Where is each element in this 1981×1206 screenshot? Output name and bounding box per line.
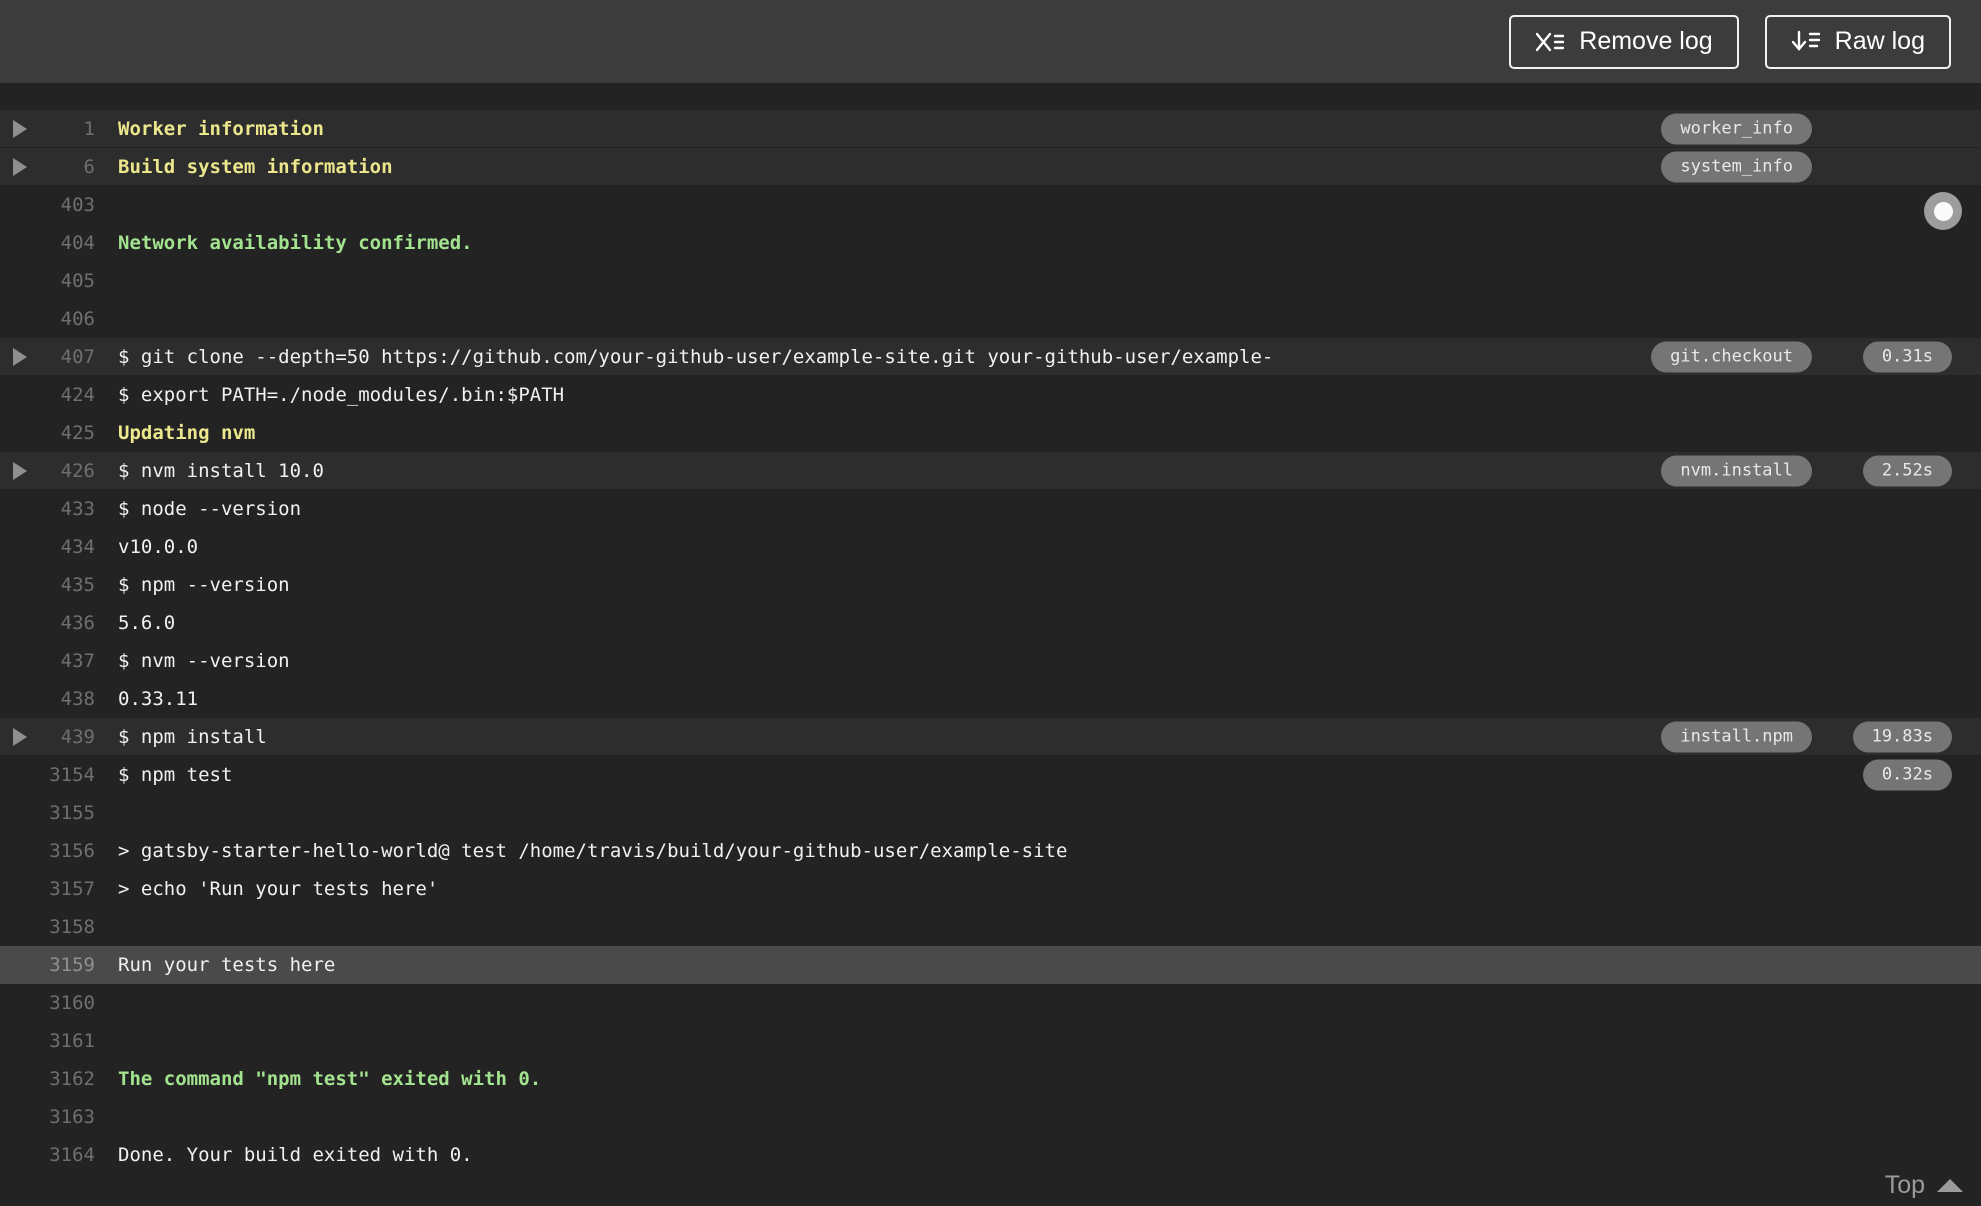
line-number[interactable]: 3156	[0, 840, 95, 862]
line-text: $ nvm --version	[118, 650, 290, 672]
up-triangle-icon	[1937, 1179, 1963, 1192]
line-text: Done. Your build exited with 0.	[118, 1144, 473, 1166]
line-number[interactable]: 433	[0, 498, 95, 520]
line-number[interactable]: 405	[0, 270, 95, 292]
fold-arrow-icon[interactable]	[13, 157, 27, 176]
log-row: 3157 > echo 'Run your tests here'	[0, 870, 1981, 908]
fold-arrow-icon[interactable]	[13, 461, 27, 480]
log-row[interactable]: 1 Worker information worker_info	[0, 110, 1981, 148]
line-text: The command "npm test" exited with 0.	[118, 1068, 542, 1090]
line-number[interactable]: 406	[0, 308, 95, 330]
log-row: 3161	[0, 1022, 1981, 1060]
line-text: > gatsby-starter-hello-world@ test /home…	[118, 840, 1068, 862]
log-row: 405	[0, 262, 1981, 300]
log-row: 438 0.33.11	[0, 680, 1981, 718]
line-number[interactable]: 3155	[0, 802, 95, 824]
line-number[interactable]: 438	[0, 688, 95, 710]
duration-badge: 2.52s	[1862, 455, 1952, 486]
log-row[interactable]: 6 Build system information system_info	[0, 148, 1981, 186]
log-row: 3164 Done. Your build exited with 0.	[0, 1136, 1981, 1174]
log-row: 3160	[0, 984, 1981, 1022]
line-number[interactable]: 3162	[0, 1068, 95, 1090]
log-row: 434 v10.0.0	[0, 528, 1981, 566]
line-text: > echo 'Run your tests here'	[118, 878, 439, 900]
log-row: 424 $ export PATH=./node_modules/.bin:$P…	[0, 376, 1981, 414]
fold-name-badge: system_info	[1661, 151, 1812, 182]
line-text: Updating nvm	[118, 422, 256, 444]
log-row: 435 $ npm --version	[0, 566, 1981, 604]
raw-log-label: Raw log	[1834, 27, 1925, 55]
toolbar: Remove log Raw log	[0, 0, 1981, 83]
line-text: $ npm test	[118, 764, 233, 786]
log-row: 3158	[0, 908, 1981, 946]
line-number[interactable]: 404	[0, 232, 95, 254]
log-row: 404 Network availability confirmed.	[0, 224, 1981, 262]
scroll-to-top-link[interactable]: Top	[1885, 1171, 1963, 1200]
log-row: 3156 > gatsby-starter-hello-world@ test …	[0, 832, 1981, 870]
log-row: 436 5.6.0	[0, 604, 1981, 642]
fold-arrow-icon[interactable]	[13, 347, 27, 366]
line-number[interactable]: 437	[0, 650, 95, 672]
log-row: 3155	[0, 794, 1981, 832]
line-text: v10.0.0	[118, 536, 199, 558]
fold-name-badge: install.npm	[1661, 721, 1812, 752]
log-row: 3162 The command "npm test" exited with …	[0, 1060, 1981, 1098]
remove-log-icon	[1535, 30, 1565, 54]
log-row: 3163	[0, 1098, 1981, 1136]
line-number[interactable]: 436	[0, 612, 95, 634]
line-text: $ npm --version	[118, 574, 290, 596]
raw-log-icon	[1791, 29, 1821, 55]
raw-log-button[interactable]: Raw log	[1764, 14, 1951, 69]
fold-name-badge: nvm.install	[1661, 455, 1812, 486]
line-number[interactable]: 425	[0, 422, 95, 444]
line-number[interactable]: 3163	[0, 1106, 95, 1128]
log-row: 3154 $ npm test 0.32s	[0, 756, 1981, 794]
line-number[interactable]: 3161	[0, 1030, 95, 1052]
record-dot-icon	[1933, 201, 1953, 221]
log-row: 437 $ nvm --version	[0, 642, 1981, 680]
top-link-label: Top	[1884, 1171, 1925, 1199]
line-text: Run your tests here	[118, 954, 336, 976]
line-number[interactable]: 403	[0, 194, 95, 216]
line-number[interactable]: 3154	[0, 764, 95, 786]
log-row: 3159 Run your tests here	[0, 946, 1981, 984]
log-follow-toggle[interactable]	[1924, 192, 1962, 230]
line-number[interactable]: 435	[0, 574, 95, 596]
line-number[interactable]: 3158	[0, 916, 95, 938]
line-number[interactable]: 3157	[0, 878, 95, 900]
log-row: 425 Updating nvm	[0, 414, 1981, 452]
build-log: 1 Worker information worker_info 6 Build…	[0, 83, 1981, 1206]
log-rows: 1 Worker information worker_info 6 Build…	[0, 110, 1981, 1174]
log-row: 433 $ node --version	[0, 490, 1981, 528]
log-row[interactable]: 407 $ git clone --depth=50 https://githu…	[0, 338, 1981, 376]
line-text: 5.6.0	[118, 612, 176, 634]
line-text: $ node --version	[118, 498, 302, 520]
fold-name-badge: worker_info	[1661, 113, 1812, 144]
fold-name-badge: git.checkout	[1651, 341, 1812, 372]
duration-badge: 0.31s	[1862, 341, 1952, 372]
remove-log-button[interactable]: Remove log	[1509, 14, 1739, 69]
log-row[interactable]: 426 $ nvm install 10.0 nvm.install 2.52s	[0, 452, 1981, 490]
duration-badge: 19.83s	[1852, 721, 1952, 752]
line-text: Network availability confirmed.	[118, 232, 473, 254]
line-number[interactable]: 3159	[0, 954, 95, 976]
line-text: 0.33.11	[118, 688, 199, 710]
fold-arrow-icon[interactable]	[13, 119, 27, 138]
log-row: 406	[0, 300, 1981, 338]
fold-arrow-icon[interactable]	[13, 727, 27, 746]
duration-badge: 0.32s	[1862, 759, 1952, 791]
line-text: $ export PATH=./node_modules/.bin:$PATH	[118, 384, 565, 406]
line-number[interactable]: 424	[0, 384, 95, 406]
log-row: 403	[0, 186, 1981, 224]
line-number[interactable]: 434	[0, 536, 95, 558]
log-row[interactable]: 439 $ npm install install.npm 19.83s	[0, 718, 1981, 756]
line-number[interactable]: 3164	[0, 1144, 95, 1166]
line-number[interactable]: 3160	[0, 992, 95, 1014]
remove-log-label: Remove log	[1579, 27, 1713, 55]
